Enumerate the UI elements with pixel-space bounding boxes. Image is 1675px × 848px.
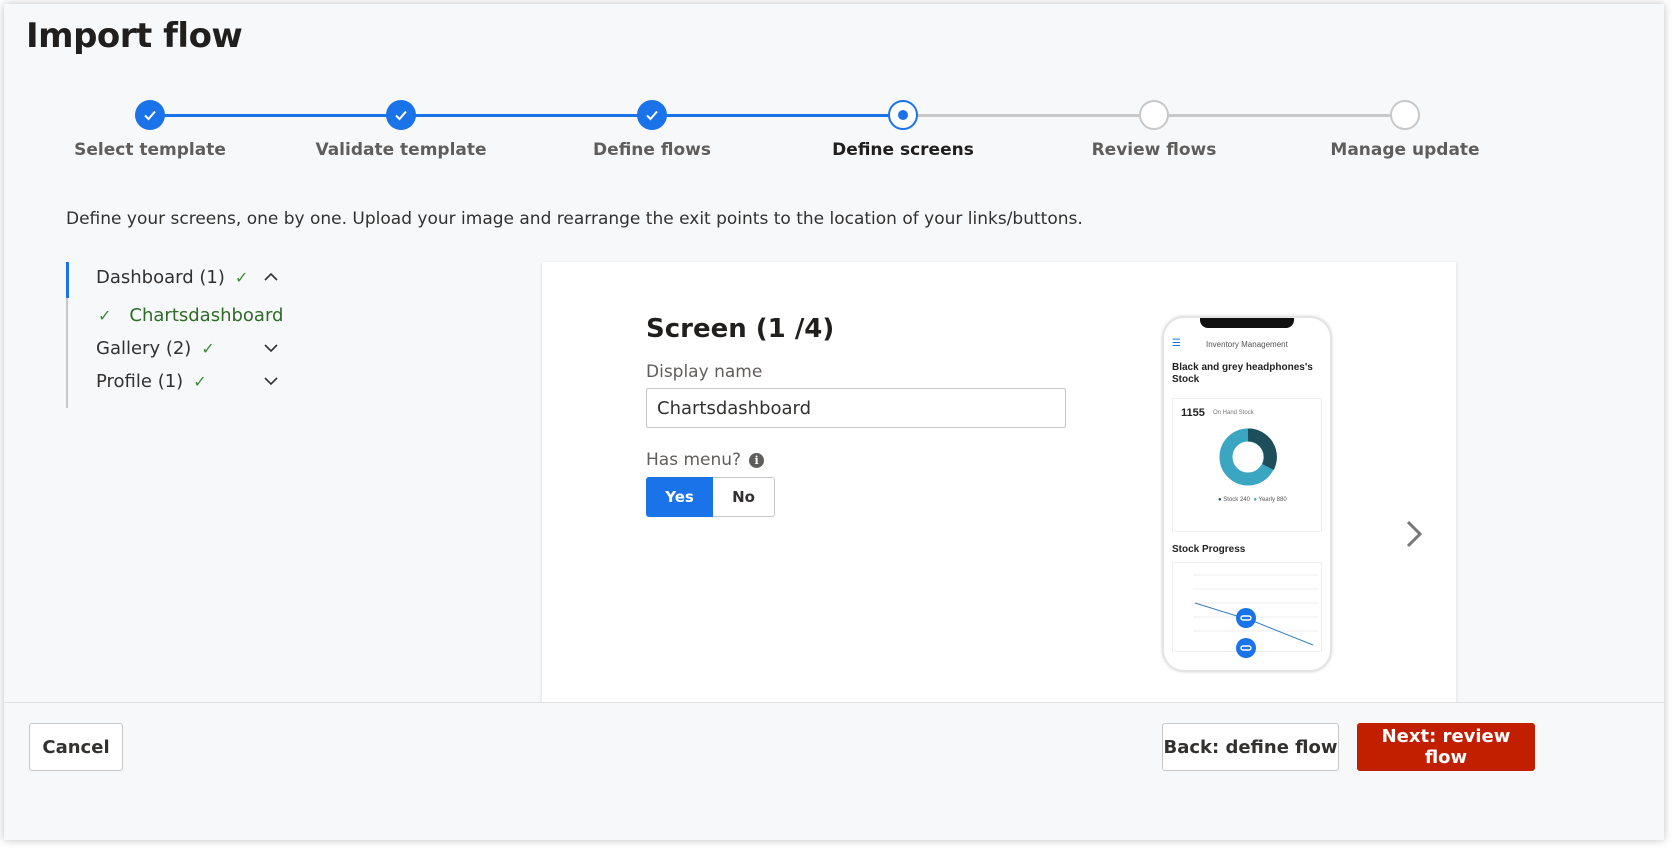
active-indicator bbox=[66, 262, 69, 298]
preview-section-title: Stock Progress bbox=[1172, 544, 1246, 555]
step-validate-template[interactable]: Validate template bbox=[291, 94, 511, 160]
step-define-screens[interactable]: Define screens bbox=[793, 94, 1013, 160]
preview-stock-number: 1155 bbox=[1181, 407, 1205, 419]
tree-item-label: Chartsdashboard bbox=[129, 304, 284, 326]
step-label: Review flows bbox=[1091, 140, 1217, 160]
tree-group-label: Dashboard (1) bbox=[96, 266, 225, 288]
empty-circle-icon bbox=[1390, 100, 1420, 130]
back-button[interactable]: Back: define flow bbox=[1162, 723, 1339, 771]
check-icon bbox=[135, 100, 165, 130]
tree-group-gallery[interactable]: Gallery (2) ✓ bbox=[96, 333, 306, 363]
step-manage-update[interactable]: Manage update bbox=[1295, 94, 1515, 160]
has-menu-label: Has menu? i bbox=[646, 450, 765, 470]
link-exit-point-icon[interactable] bbox=[1236, 608, 1256, 628]
step-review-flows[interactable]: Review flows bbox=[1044, 94, 1264, 160]
preview-donut-chart bbox=[1219, 428, 1277, 486]
legend-yearly: Yearly 880 bbox=[1258, 497, 1287, 503]
check-icon: ✓ bbox=[201, 338, 215, 358]
tree-group-label: Profile (1) bbox=[96, 370, 184, 392]
step-label: Manage update bbox=[1330, 140, 1480, 160]
page-title: Import flow bbox=[26, 16, 243, 56]
step-label: Define flows bbox=[593, 140, 711, 160]
info-icon[interactable]: i bbox=[749, 453, 765, 468]
link-exit-point-icon[interactable] bbox=[1236, 638, 1256, 658]
legend-stock: Stock 240 bbox=[1223, 497, 1250, 503]
check-icon: ✓ bbox=[98, 305, 112, 325]
tree-item-chartsdashboard[interactable]: ✓ Chartsdashboard bbox=[98, 300, 283, 330]
check-icon bbox=[386, 100, 416, 130]
chevron-down-icon[interactable] bbox=[262, 339, 280, 357]
screen-title: Screen (1 /4) bbox=[646, 314, 835, 344]
step-label: Validate template bbox=[315, 140, 487, 160]
screen-tree: Dashboard (1) ✓ ✓ Chartsdashboard Galler… bbox=[66, 262, 306, 408]
cancel-button[interactable]: Cancel bbox=[29, 723, 123, 771]
display-name-label: Display name bbox=[646, 362, 763, 382]
tree-group-label: Gallery (2) bbox=[96, 337, 192, 359]
preview-app-name: Inventory Management bbox=[1206, 340, 1288, 349]
phone-notch bbox=[1200, 318, 1294, 328]
step-label: Select template bbox=[74, 140, 226, 160]
stepper-progress-line bbox=[150, 114, 903, 117]
no-button[interactable]: No bbox=[713, 477, 775, 517]
screen-preview: ☰ Inventory Management Black and grey he… bbox=[1162, 316, 1332, 672]
next-button[interactable]: Next: review flow bbox=[1357, 723, 1535, 771]
current-step-icon bbox=[888, 100, 918, 130]
check-icon bbox=[637, 100, 667, 130]
preview-heading: Black and grey headphones's Stock bbox=[1172, 362, 1313, 385]
tree-group-profile[interactable]: Profile (1) ✓ bbox=[96, 366, 306, 396]
chevron-down-icon[interactable] bbox=[262, 372, 280, 390]
step-select-template[interactable]: Select template bbox=[40, 94, 260, 160]
check-icon: ✓ bbox=[234, 267, 249, 287]
chevron-up-icon[interactable] bbox=[262, 268, 280, 286]
display-name-input[interactable] bbox=[646, 388, 1066, 428]
preview-legend: ● Stock 240 ● Yearly 880 bbox=[1218, 497, 1287, 503]
has-menu-text: Has menu? bbox=[646, 450, 742, 470]
step-label: Define screens bbox=[832, 140, 974, 160]
screen-card: Screen (1 /4) Display name Has menu? i Ye… bbox=[542, 262, 1456, 712]
hamburger-menu-icon: ☰ bbox=[1172, 338, 1181, 349]
stepper: Select template Validate template Define… bbox=[4, 94, 1664, 174]
chevron-right-icon[interactable] bbox=[1400, 514, 1428, 554]
tree-group-dashboard[interactable]: Dashboard (1) ✓ bbox=[96, 262, 306, 292]
description-text: Define your screens, one by one. Upload … bbox=[66, 209, 1083, 229]
dialog-footer: Cancel Back: define flow Next: review fl… bbox=[4, 702, 1664, 840]
preview-stock-label: On Hand Stock bbox=[1213, 410, 1254, 416]
empty-circle-icon bbox=[1139, 100, 1169, 130]
has-menu-toggle: Yes No bbox=[646, 477, 775, 517]
step-define-flows[interactable]: Define flows bbox=[542, 94, 762, 160]
check-icon: ✓ bbox=[193, 371, 207, 391]
yes-button[interactable]: Yes bbox=[646, 477, 713, 517]
import-flow-dialog: Import flow Select template Validate tem… bbox=[4, 4, 1664, 840]
preview-stock-card: 1155 On Hand Stock ● Stock 240 ● Yearly … bbox=[1172, 398, 1322, 532]
